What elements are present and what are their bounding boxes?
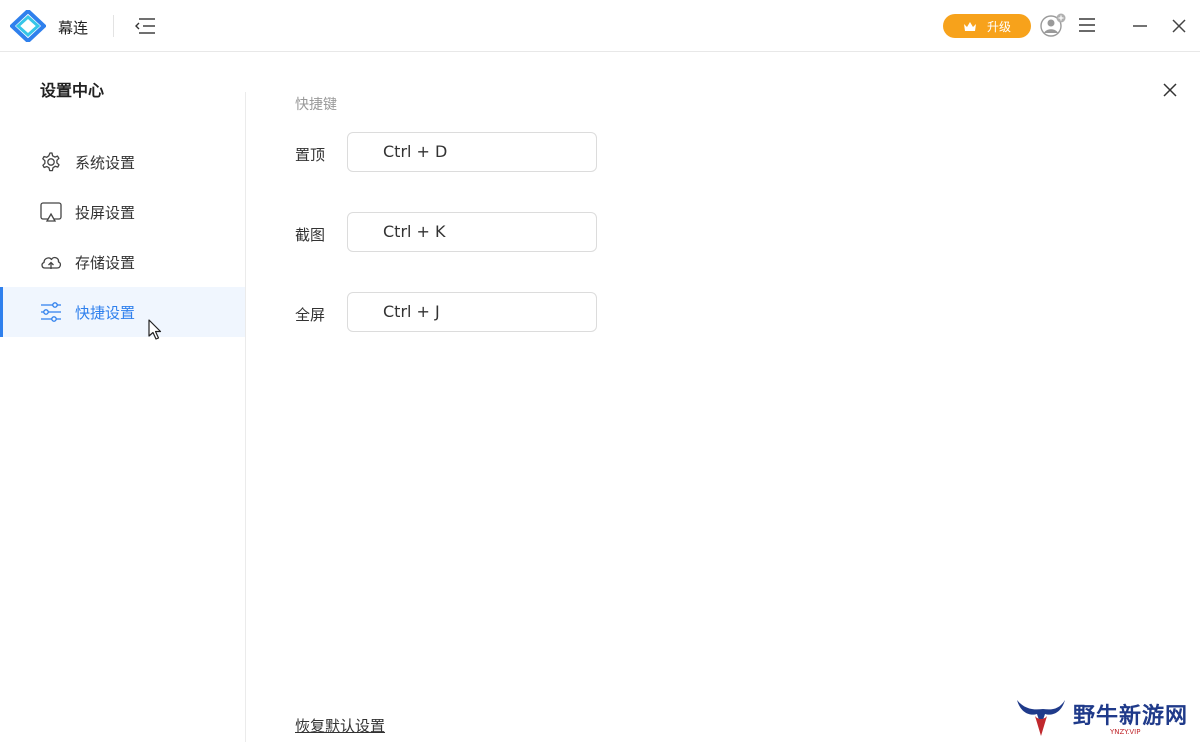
shortcut-label-pin: 置顶 — [295, 146, 326, 164]
sidebar-item-label: 存储设置 — [75, 254, 136, 272]
shortcut-input-fullscreen[interactable]: Ctrl + J — [347, 292, 597, 332]
title-bar: 幕连 升级 — [0, 0, 1200, 52]
sidebar-divider — [245, 92, 246, 742]
sidebar-item-system[interactable]: 系统设置 — [0, 137, 245, 187]
sidebar-item-shortcuts[interactable]: 快捷设置 — [0, 287, 245, 337]
watermark-text: 野牛新游网 — [1073, 704, 1189, 729]
crown-icon — [963, 21, 976, 31]
sliders-icon — [41, 302, 61, 322]
user-avatar-icon[interactable] — [1040, 13, 1068, 39]
restore-defaults-link[interactable]: 恢复默认设置 — [295, 715, 385, 736]
shortcut-input-pin[interactable]: Ctrl + D — [347, 132, 597, 172]
watermark-subtext: YNZY.VIP — [1110, 728, 1141, 736]
settings-sidebar: 设置中心 系统设置 投屏设置 存储设置 快捷设置 — [0, 52, 246, 742]
watermark: 野牛新游网 YNZY.VIP — [1015, 696, 1195, 740]
sidebar-item-storage[interactable]: 存储设置 — [0, 237, 245, 287]
close-settings-icon[interactable] — [1159, 79, 1181, 101]
upgrade-label: 升级 — [986, 19, 1011, 34]
close-window-icon[interactable] — [1168, 15, 1190, 37]
cast-icon — [40, 202, 62, 222]
minimize-icon[interactable] — [1129, 15, 1151, 37]
sidebar-item-cast[interactable]: 投屏设置 — [0, 187, 245, 237]
sidebar-item-label: 投屏设置 — [75, 204, 136, 222]
section-title: 快捷键 — [295, 97, 337, 113]
sidebar-item-label: 系统设置 — [75, 154, 136, 172]
cloud-icon — [41, 256, 62, 269]
collapse-sidebar-icon[interactable] — [133, 14, 157, 38]
app-logo-icon — [10, 10, 46, 42]
mouse-cursor-icon — [148, 319, 162, 340]
sidebar-item-label: 快捷设置 — [75, 304, 136, 322]
shortcut-label-fullscreen: 全屏 — [295, 306, 326, 324]
shortcut-label-screenshot: 截图 — [295, 226, 326, 244]
gear-icon — [42, 152, 60, 172]
shortcut-input-screenshot[interactable]: Ctrl + K — [347, 212, 597, 252]
settings-title: 设置中心 — [40, 81, 105, 100]
upgrade-button[interactable]: 升级 — [943, 14, 1031, 38]
hamburger-menu-icon[interactable] — [1077, 15, 1097, 35]
bull-logo-icon — [1017, 700, 1065, 736]
app-name: 幕连 — [58, 19, 89, 37]
title-divider — [113, 15, 114, 37]
